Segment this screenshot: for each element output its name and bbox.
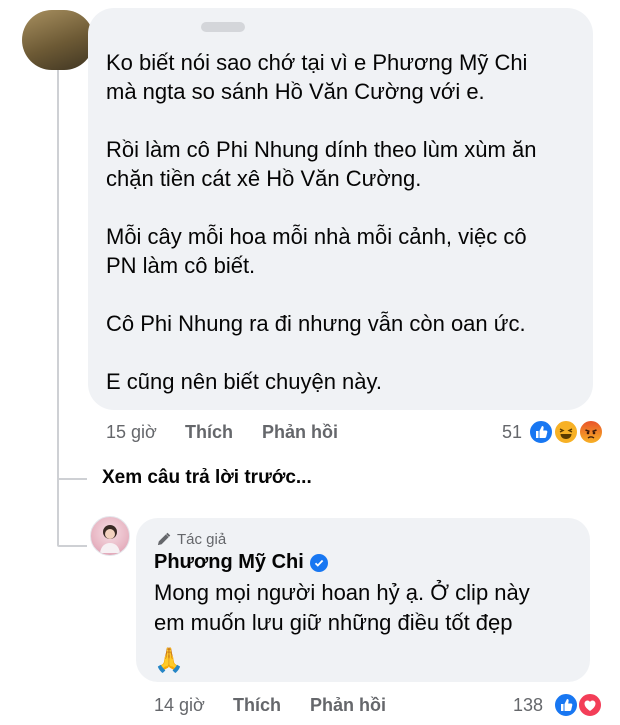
- thread-line-vertical: [57, 70, 59, 545]
- love-icon: [577, 692, 603, 718]
- angry-icon: [578, 419, 604, 445]
- reply-reaction-count[interactable]: 138: [513, 695, 543, 716]
- comment-text: Ko biết nói sao chớ tại vì e Phương Mỹ C…: [106, 48, 586, 425]
- reply-button[interactable]: Phản hồi: [262, 422, 338, 443]
- like-icon: [528, 419, 554, 445]
- thread-line-branch-reply: [57, 545, 87, 547]
- reply-text: Mong mọi người hoan hỷ ạ. Ở clip này em …: [154, 578, 574, 676]
- pray-emoji: 🙏: [154, 647, 184, 674]
- reply-text-body: Mong mọi người hoan hỷ ạ. Ở clip này em …: [154, 580, 530, 635]
- reply-like-button[interactable]: Thích: [233, 695, 281, 716]
- reply-reply-button[interactable]: Phản hồi: [310, 695, 386, 716]
- author-avatar[interactable]: [90, 516, 130, 556]
- haha-icon: [553, 419, 579, 445]
- like-button[interactable]: Thích: [185, 422, 233, 443]
- reply-time[interactable]: 14 giờ: [154, 695, 205, 716]
- view-previous-replies-link[interactable]: Xem câu trả lời trước...: [102, 467, 312, 489]
- comment-paragraph: Ko biết nói sao chớ tại vì e Phương Mỹ C…: [106, 50, 528, 104]
- commenter-avatar[interactable]: [22, 10, 94, 70]
- comment-paragraph: Cô Phi Nhung ra đi nhưng vẫn còn oan ức.: [106, 311, 526, 336]
- comment-paragraph: Rồi làm cô Phi Nhung dính theo lùm xùm ă…: [106, 137, 537, 191]
- pen-icon: [157, 532, 171, 546]
- reaction-count[interactable]: 51: [502, 422, 522, 443]
- comment-paragraph: Mỗi cây mỗi hoa mỗi nhà mỗi cảnh, việc c…: [106, 224, 527, 278]
- author-badge: Tác giả: [156, 531, 226, 548]
- thread-line-branch-previous: [57, 478, 87, 480]
- comment-time[interactable]: 15 giờ: [106, 422, 157, 443]
- like-icon: [553, 692, 579, 718]
- author-badge-label: Tác giả: [177, 531, 227, 548]
- author-name[interactable]: Phương Mỹ Chi: [154, 551, 328, 574]
- verified-badge-icon: [309, 553, 328, 572]
- author-name-text[interactable]: Phương Mỹ Chi: [154, 551, 304, 574]
- commenter-name-blurred[interactable]: [201, 22, 245, 32]
- comment-paragraph: E cũng nên biết chuyện này.: [106, 369, 383, 394]
